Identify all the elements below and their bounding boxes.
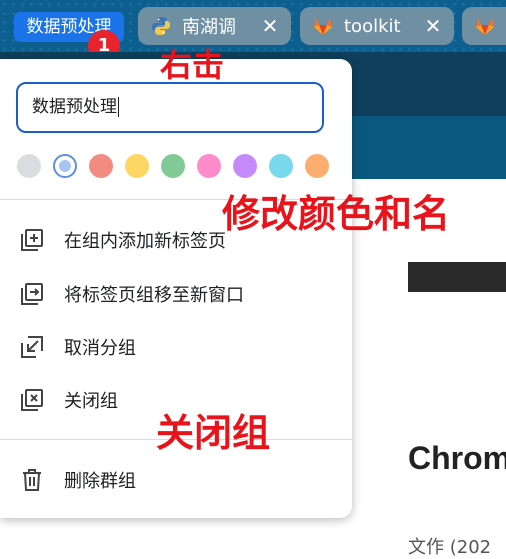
move-to-window-icon <box>19 281 45 307</box>
color-swatch-green[interactable] <box>161 154 185 178</box>
menu-item-move-to-new-window[interactable]: 将标签页组移至新窗口 <box>0 270 352 318</box>
color-swatch-blue[interactable] <box>53 154 77 178</box>
color-swatch-cyan[interactable] <box>269 154 293 178</box>
close-icon[interactable]: ✕ <box>420 14 446 38</box>
color-swatch-red[interactable] <box>89 154 113 178</box>
tab-title: 南湖调 <box>182 17 236 38</box>
color-swatch-purple[interactable] <box>233 154 257 178</box>
annotation-close-group: 关闭组 <box>156 410 271 455</box>
color-swatch-pink[interactable] <box>197 154 221 178</box>
tab-strip: 数据预处理 1 南湖调 ✕ toolkit ✕ <box>0 0 506 62</box>
group-name-input[interactable]: 数据预处理 <box>16 82 324 133</box>
dark-banner-block <box>408 262 506 292</box>
page-subtext: 文作 (202 <box>408 537 492 558</box>
close-icon[interactable]: ✕ <box>257 14 283 38</box>
ungroup-icon <box>19 334 45 360</box>
color-swatch-grey[interactable] <box>17 154 41 178</box>
menu-item-label: 在组内添加新标签页 <box>64 231 226 252</box>
color-picker <box>17 154 337 178</box>
menu-item-label: 删除群组 <box>64 471 136 492</box>
python-icon <box>152 17 170 35</box>
menu-item-label: 将标签页组移至新窗口 <box>64 285 244 306</box>
text-caret <box>118 97 119 117</box>
trash-icon <box>19 467 45 493</box>
menu-item-delete-group[interactable]: 删除群组 <box>0 456 352 504</box>
close-group-icon <box>19 387 45 413</box>
annotation-right-click: 右击 <box>160 46 225 84</box>
gitlab-icon <box>314 18 332 35</box>
add-tab-icon <box>19 227 45 253</box>
group-name-value: 数据预处理 <box>32 97 117 117</box>
gitlab-icon <box>476 18 494 35</box>
tab-gitlab[interactable] <box>462 7 506 45</box>
annotation-modify-color-name: 修改颜色和名 <box>222 191 451 236</box>
page-heading: Chrom <box>408 440 506 476</box>
tab-title: toolkit <box>344 15 401 37</box>
color-swatch-yellow[interactable] <box>125 154 149 178</box>
tab-toolkit[interactable]: toolkit ✕ <box>300 7 454 45</box>
menu-item-ungroup[interactable]: 取消分组 <box>0 323 352 371</box>
menu-item-label: 取消分组 <box>64 338 136 359</box>
color-swatch-orange[interactable] <box>305 154 329 178</box>
menu-item-label: 关闭组 <box>64 391 118 412</box>
